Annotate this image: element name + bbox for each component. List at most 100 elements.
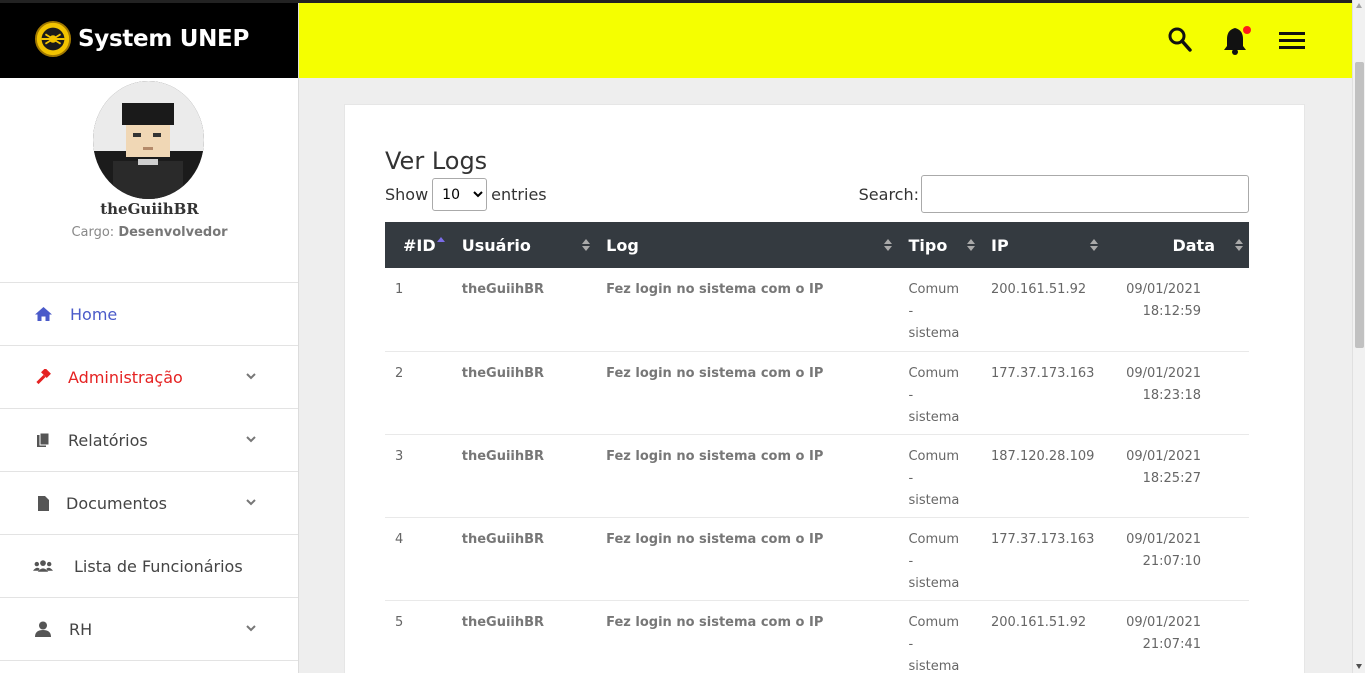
chevron-down-icon: [246, 436, 256, 443]
sort-icon: [884, 239, 893, 251]
cell-ip: 200.161.51.92: [981, 600, 1105, 673]
page-scrollbar[interactable]: [1352, 0, 1365, 673]
sidebar-item-relatorios[interactable]: Relatórios: [0, 409, 298, 472]
cell-usuario: theGuiihBR: [451, 600, 597, 673]
sidebar-item-label: RH: [69, 619, 93, 639]
cell-id: 5: [385, 600, 452, 673]
sidebar: System UNEP theGuiihBR Cargo: Desenvolve…: [0, 0, 299, 673]
search-input[interactable]: [921, 175, 1249, 213]
brand-logo-icon: [34, 20, 72, 58]
cell-log: Fez login no sistema com o IP: [596, 351, 899, 435]
file-icon: [33, 494, 53, 512]
cell-ip: 200.161.51.92: [981, 268, 1105, 352]
table-row[interactable]: 5 theGuiihBR Fez login no sistema com o …: [385, 600, 1249, 673]
entries-label: entries: [491, 185, 547, 204]
copy-icon: [33, 431, 53, 449]
sort-icon: [1090, 239, 1099, 251]
gavel-icon: [33, 368, 53, 386]
page-title: Ver Logs: [385, 147, 488, 175]
cell-data: 09/01/2021 21:07:10: [1104, 517, 1249, 601]
users-icon: [33, 557, 53, 575]
column-header-usuario[interactable]: Usuário: [452, 222, 596, 268]
table-search: Search:: [859, 175, 1249, 213]
cell-usuario: theGuiihBR: [451, 517, 597, 601]
sidebar-item-label: Administração: [68, 367, 183, 387]
chevron-down-icon: [246, 625, 256, 632]
cell-log: Fez login no sistema com o IP: [596, 434, 899, 518]
table-header-row: #ID Usuário Log Tipo IP Data: [385, 222, 1249, 268]
cell-data: 09/01/2021 21:07:41: [1104, 600, 1249, 673]
table-row[interactable]: 2 theGuiihBR Fez login no sistema com o …: [385, 351, 1249, 435]
brand-bar[interactable]: System UNEP: [0, 0, 298, 78]
logs-table: #ID Usuário Log Tipo IP Data 1 theGuiihB…: [385, 222, 1249, 673]
cell-tipo: Comum - sistema: [898, 268, 982, 352]
sort-icon: [1235, 239, 1243, 251]
sidebar-item-label: Documentos: [66, 493, 168, 513]
sort-icon: [967, 239, 976, 251]
sidebar-nav: Home Administração Relatórios Documentos: [0, 283, 298, 661]
column-header-id[interactable]: #ID: [385, 222, 452, 268]
column-header-log[interactable]: Log: [596, 222, 898, 268]
cell-id: 2: [385, 351, 452, 435]
cell-data: 09/01/2021 18:25:27: [1104, 434, 1249, 518]
scroll-up-arrow[interactable]: [1356, 3, 1362, 8]
sidebar-item-rh[interactable]: RH: [0, 598, 298, 661]
cell-usuario: theGuiihBR: [451, 434, 597, 518]
cell-tipo: Comum - sistema: [898, 600, 982, 673]
cell-data: 09/01/2021 18:12:59: [1104, 268, 1249, 352]
search-icon[interactable]: [1168, 27, 1192, 53]
cell-id: 1: [385, 268, 452, 352]
cell-tipo: Comum - sistema: [898, 351, 982, 435]
sidebar-item-label: Home: [70, 304, 118, 324]
profile-role-label: Cargo:: [71, 225, 115, 240]
cell-usuario: theGuiihBR: [451, 268, 597, 352]
user-profile: theGuiihBR Cargo: Desenvolvedor: [0, 78, 298, 283]
notification-dot: [1243, 26, 1251, 34]
profile-username: theGuiihBR: [100, 200, 199, 218]
avatar[interactable]: [93, 81, 204, 199]
column-header-data[interactable]: Data: [1104, 222, 1249, 268]
cell-log: Fez login no sistema com o IP: [596, 268, 899, 352]
cell-id: 4: [385, 517, 452, 601]
sort-icon: [582, 239, 591, 251]
cell-log: Fez login no sistema com o IP: [596, 600, 899, 673]
show-label: Show: [385, 185, 429, 204]
window-top-border: [0, 0, 1352, 3]
sidebar-item-administracao[interactable]: Administração: [0, 346, 298, 409]
cell-ip: 187.120.28.109: [981, 434, 1105, 518]
chevron-down-icon: [246, 499, 256, 506]
sidebar-item-home[interactable]: Home: [0, 283, 298, 346]
table-row[interactable]: 4 theGuiihBR Fez login no sistema com o …: [385, 517, 1249, 601]
cell-log: Fez login no sistema com o IP: [596, 517, 899, 601]
scroll-thumb[interactable]: [1355, 62, 1364, 348]
top-header: [299, 3, 1352, 78]
cell-ip: 177.37.173.163: [981, 351, 1105, 435]
bell-icon[interactable]: [1223, 25, 1251, 55]
table-row[interactable]: 3 theGuiihBR Fez login no sistema com o …: [385, 434, 1249, 518]
sort-asc-icon: [437, 237, 445, 242]
profile-role-value: Desenvolvedor: [118, 225, 228, 240]
search-label: Search:: [858, 184, 919, 204]
avatar-image: [93, 81, 204, 199]
cell-id: 3: [385, 434, 452, 518]
table-row[interactable]: 1 theGuiihBR Fez login no sistema com o …: [385, 268, 1249, 352]
home-icon: [33, 305, 53, 323]
user-icon: [33, 620, 53, 638]
scroll-down-arrow[interactable]: [1356, 664, 1362, 669]
sidebar-item-label: Relatórios: [68, 430, 148, 450]
sidebar-item-documentos[interactable]: Documentos: [0, 472, 298, 535]
cell-tipo: Comum - sistema: [898, 517, 982, 601]
cell-tipo: Comum - sistema: [898, 434, 982, 518]
logs-card: Ver Logs Show 10 entries Search: #ID Usu…: [344, 104, 1305, 673]
entries-select[interactable]: 10: [432, 178, 488, 211]
column-header-ip[interactable]: IP: [981, 222, 1104, 268]
sidebar-item-lista-funcionarios[interactable]: Lista de Funcionários: [0, 535, 298, 598]
profile-role: Cargo: Desenvolvedor: [0, 225, 299, 240]
cell-ip: 177.37.173.163: [981, 517, 1105, 601]
column-header-tipo[interactable]: Tipo: [898, 222, 981, 268]
brand-name: System UNEP: [78, 26, 250, 52]
cell-data: 09/01/2021 18:23:18: [1104, 351, 1249, 435]
entries-length-control: Show 10 entries: [385, 178, 547, 211]
menu-icon[interactable]: [1279, 31, 1306, 51]
chevron-down-icon: [246, 373, 256, 380]
